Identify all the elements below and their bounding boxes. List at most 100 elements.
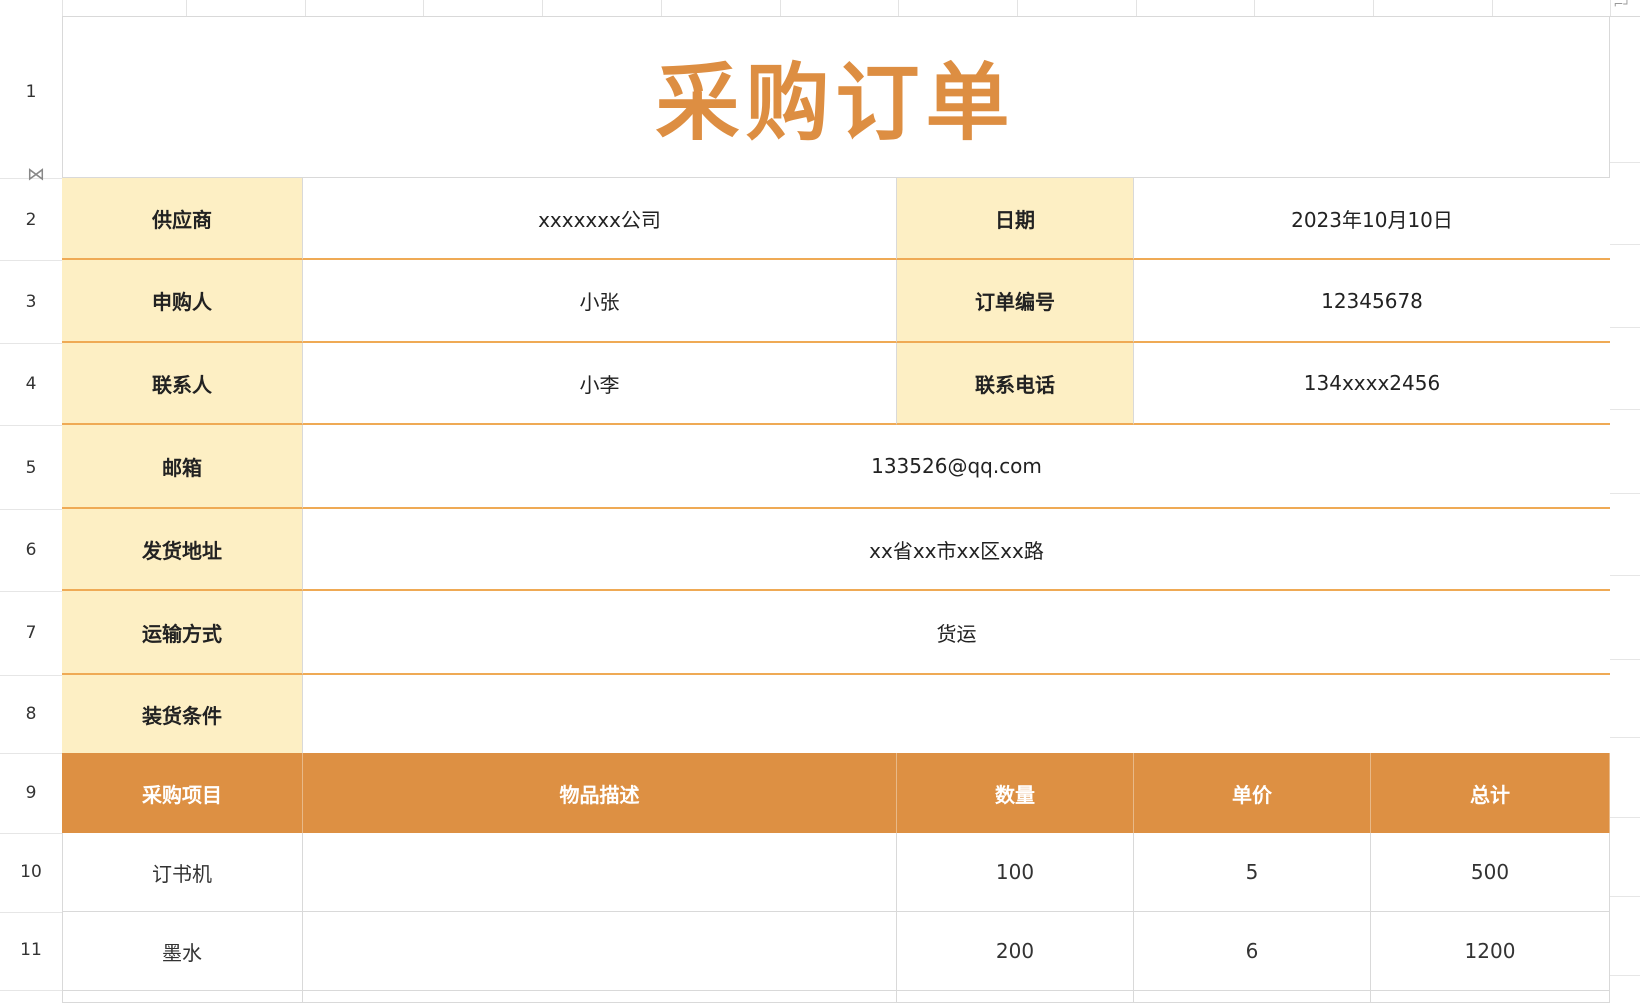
table-row-1-qty[interactable]: 100 bbox=[897, 833, 1134, 912]
item-price: 6 bbox=[1245, 939, 1259, 963]
shipping-label: 运输方式 bbox=[142, 621, 222, 646]
column-divider bbox=[1492, 0, 1493, 16]
table-row-3-desc[interactable] bbox=[303, 991, 897, 1003]
table-row-2-desc[interactable] bbox=[303, 912, 897, 991]
row-number[interactable]: 11 bbox=[0, 940, 62, 960]
contact-label-cell[interactable]: 联系人 bbox=[62, 343, 303, 425]
table-row-2-qty[interactable]: 200 bbox=[897, 912, 1134, 991]
header-price-cell[interactable]: 单价 bbox=[1134, 753, 1371, 833]
header-item-cell[interactable]: 采购项目 bbox=[62, 753, 303, 833]
purchase-order-sheet: 采购订单 供应商 xxxxxxx公司 日期 2023年10月10日 申购人 小张… bbox=[62, 16, 1610, 1003]
requester-label: 申购人 bbox=[152, 290, 212, 314]
shipping-label-cell[interactable]: 运输方式 bbox=[62, 591, 303, 675]
row-number[interactable]: 9 bbox=[0, 783, 62, 803]
table-row-3-item[interactable] bbox=[62, 991, 303, 1003]
row-divider bbox=[0, 260, 62, 261]
row-number[interactable]: 3 bbox=[0, 292, 62, 312]
row-number[interactable]: 1 bbox=[0, 82, 62, 102]
table-row-2-total[interactable]: 1200 bbox=[1371, 912, 1610, 991]
column-divider bbox=[62, 0, 63, 16]
supplier-value-cell[interactable]: xxxxxxx公司 bbox=[303, 178, 897, 260]
address-label: 发货地址 bbox=[142, 538, 222, 563]
contact-value: 小李 bbox=[579, 372, 620, 397]
supplier-label-cell[interactable]: 供应商 bbox=[62, 178, 303, 260]
terms-label-cell[interactable]: 装货条件 bbox=[62, 675, 303, 753]
row-divider bbox=[0, 675, 62, 676]
requester-value-cell[interactable]: 小张 bbox=[303, 260, 897, 343]
column-header-strip bbox=[0, 0, 1640, 17]
row-divider bbox=[1610, 896, 1640, 897]
header-qty-cell[interactable]: 数量 bbox=[897, 753, 1134, 833]
requester-label-cell[interactable]: 申购人 bbox=[62, 260, 303, 343]
row-divider bbox=[0, 912, 62, 913]
requester-value: 小张 bbox=[579, 290, 620, 314]
date-value-cell[interactable]: 2023年10月10日 bbox=[1134, 178, 1610, 260]
header-item: 采购项目 bbox=[142, 782, 222, 807]
phone-label: 联系电话 bbox=[975, 372, 1055, 397]
item-total: 500 bbox=[1470, 860, 1510, 884]
table-row-1-price[interactable]: 5 bbox=[1134, 833, 1371, 912]
item-qty: 100 bbox=[995, 860, 1035, 884]
row-number[interactable]: 5 bbox=[0, 458, 62, 478]
table-row-3-price[interactable] bbox=[1134, 991, 1371, 1003]
column-divider bbox=[780, 0, 781, 16]
shipping-value-cell[interactable]: 货运 bbox=[303, 591, 1610, 675]
row-number[interactable]: 6 bbox=[0, 540, 62, 560]
order-no-value-cell[interactable]: 12345678 bbox=[1134, 260, 1610, 343]
header-qty: 数量 bbox=[995, 782, 1035, 807]
shipping-value: 货运 bbox=[936, 621, 977, 646]
table-row-1-item[interactable]: 订书机 bbox=[62, 833, 303, 912]
title-cell[interactable]: 采购订单 bbox=[62, 16, 1610, 178]
row-divider bbox=[0, 509, 62, 510]
row-divider bbox=[1610, 737, 1640, 738]
address-value-cell[interactable]: xx省xx市xx区xx路 bbox=[303, 509, 1610, 591]
address-value: xx省xx市xx区xx路 bbox=[869, 538, 1044, 563]
column-divider bbox=[423, 0, 424, 16]
header-desc: 物品描述 bbox=[559, 782, 640, 807]
table-row-1-total[interactable]: 500 bbox=[1371, 833, 1610, 912]
contact-value-cell[interactable]: 小李 bbox=[303, 343, 897, 425]
sheet-corner-icon[interactable]: ⌐┘ bbox=[1610, 0, 1634, 10]
freeze-pane-handle-icon[interactable]: ⋈ bbox=[24, 163, 48, 187]
row-divider bbox=[1610, 409, 1640, 410]
email-value-cell[interactable]: 133526@qq.com bbox=[303, 425, 1610, 509]
email-label-cell[interactable]: 邮箱 bbox=[62, 425, 303, 509]
supplier-value: xxxxxxx公司 bbox=[538, 207, 661, 232]
column-divider bbox=[1017, 0, 1018, 16]
row-number[interactable]: 7 bbox=[0, 623, 62, 643]
row-number[interactable]: 8 bbox=[0, 704, 62, 724]
row-number[interactable]: 4 bbox=[0, 374, 62, 394]
order-no-label-cell[interactable]: 订单编号 bbox=[897, 260, 1134, 343]
item-qty: 200 bbox=[995, 939, 1035, 963]
table-row-1-desc[interactable] bbox=[303, 833, 897, 912]
column-divider bbox=[1373, 0, 1374, 16]
address-label-cell[interactable]: 发货地址 bbox=[62, 509, 303, 591]
phone-label-cell[interactable]: 联系电话 bbox=[897, 343, 1134, 425]
row-divider bbox=[1610, 975, 1640, 976]
row-divider bbox=[1610, 575, 1640, 576]
date-label-cell[interactable]: 日期 bbox=[897, 178, 1134, 260]
empty-column-edge bbox=[1610, 16, 1640, 1003]
column-divider bbox=[542, 0, 543, 16]
header-price: 单价 bbox=[1232, 782, 1272, 807]
column-divider bbox=[661, 0, 662, 16]
terms-label: 装货条件 bbox=[142, 703, 222, 728]
item-total: 1200 bbox=[1464, 939, 1516, 963]
row-number[interactable]: 2 bbox=[0, 210, 62, 230]
row-divider bbox=[1610, 659, 1640, 660]
item-price: 5 bbox=[1245, 860, 1259, 884]
item-name: 墨水 bbox=[162, 940, 202, 965]
table-row-3-qty[interactable] bbox=[897, 991, 1134, 1003]
table-row-2-item[interactable]: 墨水 bbox=[62, 912, 303, 991]
row-number[interactable]: 10 bbox=[0, 862, 62, 882]
header-desc-cell[interactable]: 物品描述 bbox=[303, 753, 897, 833]
table-row-2-price[interactable]: 6 bbox=[1134, 912, 1371, 991]
header-total-cell[interactable]: 总计 bbox=[1371, 753, 1610, 833]
phone-value-cell[interactable]: 134xxxx2456 bbox=[1134, 343, 1610, 425]
item-name: 订书机 bbox=[152, 861, 212, 886]
table-row-3-total[interactable] bbox=[1371, 991, 1610, 1003]
terms-value-cell[interactable] bbox=[303, 675, 1610, 753]
email-value: 133526@qq.com bbox=[871, 454, 1042, 478]
column-divider bbox=[1254, 0, 1255, 16]
supplier-label: 供应商 bbox=[152, 207, 212, 232]
